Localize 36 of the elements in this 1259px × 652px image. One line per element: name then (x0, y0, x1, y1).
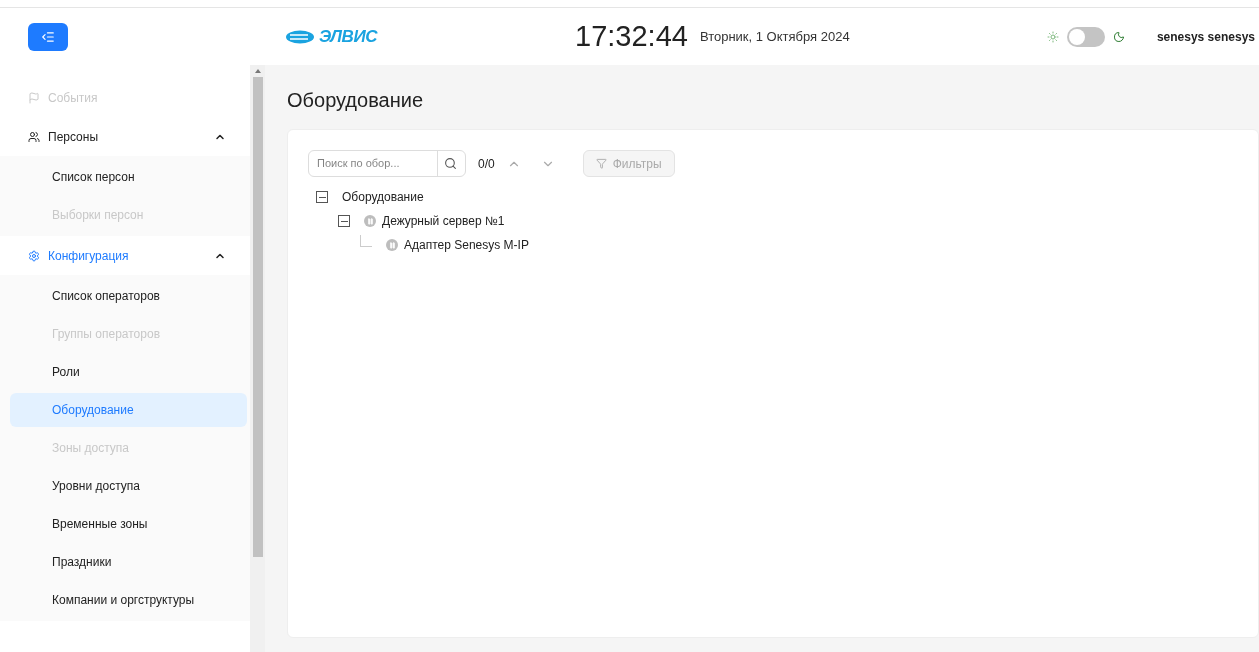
tree-node-label[interactable]: Адаптер Senesys M-IP (404, 236, 529, 254)
page-title: Оборудование (287, 88, 425, 113)
tree-node-label[interactable]: Оборудование (342, 188, 424, 206)
collapse-toggle[interactable] (316, 191, 328, 203)
gear-icon (28, 249, 40, 262)
search-field[interactable]: Поиск по обор... (308, 150, 466, 177)
sidebar-item[interactable]: Список персон (10, 160, 247, 194)
scroll-up-icon[interactable] (254, 69, 261, 73)
tree-node-label[interactable]: Дежурный сервер №1 (382, 212, 505, 230)
people-icon (28, 130, 40, 143)
moon-icon (1112, 30, 1125, 43)
match-counter: 0/0 (478, 155, 495, 173)
sidebar-item[interactable]: Компании и оргструктуры (10, 583, 247, 617)
sidebar-item[interactable]: Уровни доступа (10, 469, 247, 503)
menu-collapse-button[interactable] (28, 22, 68, 51)
flag-icon (28, 91, 40, 104)
collapse-toggle[interactable] (338, 215, 350, 227)
sidebar-item[interactable]: Праздники (10, 545, 247, 579)
date-text: Вторник, 1 Октября 2024 (699, 27, 850, 46)
sun-icon (1046, 30, 1059, 43)
sidebar-item[interactable]: Роли (10, 355, 247, 389)
logo: ЭЛВИС (319, 25, 378, 48)
theme-switch[interactable] (1066, 26, 1105, 47)
sidebar-group[interactable]: Персоны (0, 117, 250, 156)
search-input[interactable]: Поиск по обор... (309, 155, 437, 172)
sidebar-item[interactable]: Оборудование (10, 393, 247, 427)
sidebar-item[interactable]: Временные зоны (10, 507, 247, 541)
sidebar-group[interactable]: Конфигурация (0, 236, 250, 275)
menu-icon (41, 29, 55, 44)
scrollbar[interactable] (250, 65, 265, 652)
clock-time: 17:32:44 (575, 18, 688, 54)
tree-line-icon (360, 235, 372, 247)
sidebar-item[interactable]: Список операторов (10, 279, 247, 313)
filter-icon (595, 158, 607, 169)
user-name[interactable]: senesys senesys (1156, 27, 1255, 46)
logo-icon (285, 29, 315, 44)
